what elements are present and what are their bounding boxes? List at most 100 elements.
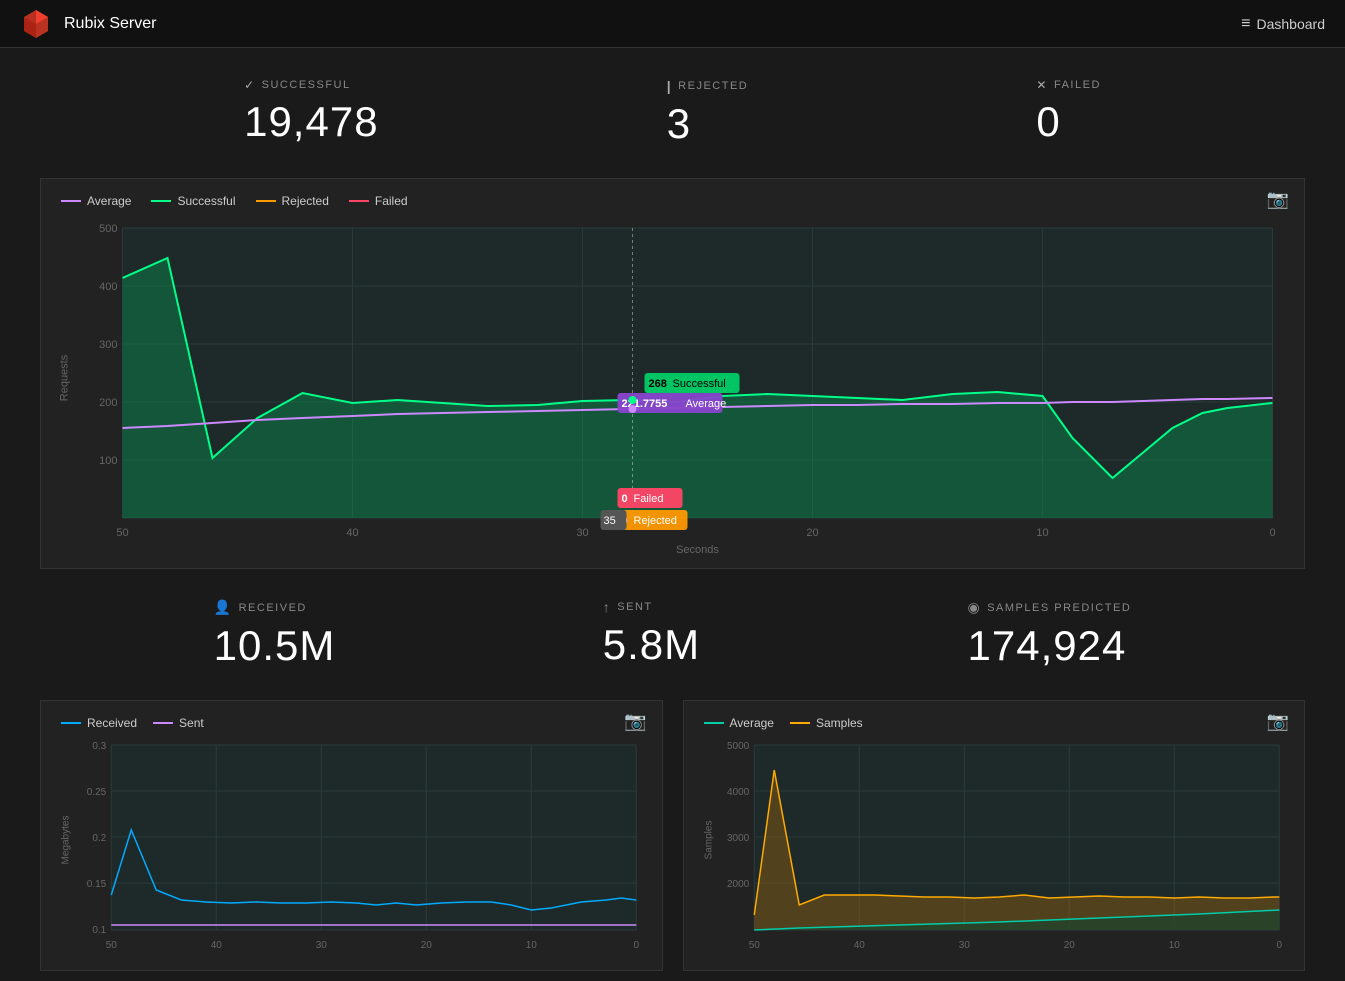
svg-text:Requests: Requests xyxy=(59,354,71,401)
app-logo xyxy=(20,8,52,40)
legend-avg-label: Average xyxy=(730,716,774,730)
stat-received-value: 10.5M xyxy=(214,622,336,670)
svg-text:200: 200 xyxy=(99,397,117,409)
main-chart-legend: Average Successful Rejected Failed xyxy=(51,189,1294,218)
samples-legend: Average Samples xyxy=(694,711,1295,740)
legend-avg-line xyxy=(704,722,724,724)
svg-text:35: 35 xyxy=(604,515,616,527)
svg-text:10: 10 xyxy=(526,940,538,951)
svg-text:20: 20 xyxy=(1063,940,1075,951)
dashboard-icon: ≡ xyxy=(1241,15,1250,33)
stat-sent-value: 5.8M xyxy=(603,621,700,669)
legend-sent: Sent xyxy=(153,716,204,730)
svg-text:0.3: 0.3 xyxy=(92,741,106,752)
pipe-icon: | xyxy=(667,78,672,94)
svg-text:0: 0 xyxy=(633,940,639,951)
svg-text:Average: Average xyxy=(686,398,727,410)
app-title: Rubix Server xyxy=(64,15,156,33)
svg-text:221.7755: 221.7755 xyxy=(622,398,668,410)
samples-chart-svg: 5000 4000 3000 2000 50 40 30 20 10 0 Sam… xyxy=(694,740,1295,960)
samples-chart-container: 📷 Average Samples xyxy=(683,700,1306,971)
svg-text:0.25: 0.25 xyxy=(87,787,107,798)
legend-successful-line xyxy=(151,200,171,202)
legend-failed-label: Failed xyxy=(375,194,408,208)
svg-text:3000: 3000 xyxy=(727,833,750,844)
svg-text:0: 0 xyxy=(622,493,628,505)
stat-rejected: | REJECTED 3 xyxy=(667,78,748,148)
header-left: Rubix Server xyxy=(20,8,156,40)
check-icon: ✓ xyxy=(244,78,256,92)
bandwidth-legend: Received Sent xyxy=(51,711,652,740)
svg-text:400: 400 xyxy=(99,281,117,293)
dashboard-nav[interactable]: ≡ Dashboard xyxy=(1241,15,1325,33)
legend-received-label: Received xyxy=(87,716,137,730)
svg-text:10: 10 xyxy=(1036,527,1048,539)
legend-received: Received xyxy=(61,716,137,730)
legend-sent-label: Sent xyxy=(179,716,204,730)
legend-successful: Successful xyxy=(151,194,235,208)
svg-text:20: 20 xyxy=(421,940,433,951)
svg-text:40: 40 xyxy=(346,527,358,539)
svg-text:0.15: 0.15 xyxy=(87,879,107,890)
legend-average-line xyxy=(61,200,81,202)
samples-camera-icon[interactable]: 📷 xyxy=(1267,711,1289,732)
svg-text:Samples: Samples xyxy=(703,821,714,860)
legend-samples-line xyxy=(790,722,810,724)
stat-successful: ✓ SUCCESSFUL 19,478 xyxy=(244,78,378,148)
bottom-stats: 👤 RECEIVED 10.5M ↑ SENT 5.8M ◉ SAMPLES P… xyxy=(0,589,1345,690)
legend-rejected-label: Rejected xyxy=(282,194,329,208)
svg-text:Failed: Failed xyxy=(634,493,664,505)
stat-sent: ↑ SENT 5.8M xyxy=(603,599,700,670)
legend-average: Average xyxy=(61,194,131,208)
bandwidth-chart-container: 📷 Received Sent xyxy=(40,700,663,971)
svg-text:30: 30 xyxy=(316,940,328,951)
svg-text:50: 50 xyxy=(106,940,118,951)
legend-samples-label: Samples xyxy=(816,716,863,730)
svg-text:300: 300 xyxy=(99,339,117,351)
svg-text:Successful: Successful xyxy=(673,378,726,390)
svg-text:20: 20 xyxy=(806,527,818,539)
stat-rejected-label: | REJECTED xyxy=(667,78,748,94)
samples-icon: ◉ xyxy=(968,599,982,616)
legend-received-line xyxy=(61,722,81,724)
stat-rejected-value: 3 xyxy=(667,100,748,148)
received-icon: 👤 xyxy=(214,599,233,616)
svg-text:Rejected: Rejected xyxy=(634,515,677,527)
svg-text:0.1: 0.1 xyxy=(92,925,106,936)
svg-text:0.2: 0.2 xyxy=(92,833,106,844)
stat-failed-value: 0 xyxy=(1036,98,1100,146)
svg-text:40: 40 xyxy=(211,940,223,951)
stat-samples: ◉ SAMPLES PREDICTED 174,924 xyxy=(968,599,1132,670)
svg-text:Seconds: Seconds xyxy=(676,544,719,556)
svg-text:50: 50 xyxy=(748,940,760,951)
legend-rejected-line xyxy=(256,200,276,202)
camera-icon[interactable]: 📷 xyxy=(1267,189,1289,210)
stat-failed: ✕ FAILED 0 xyxy=(1036,78,1100,148)
svg-text:Megabytes: Megabytes xyxy=(60,816,71,865)
svg-text:10: 10 xyxy=(1168,940,1180,951)
dashboard-label: Dashboard xyxy=(1257,16,1326,32)
x-icon: ✕ xyxy=(1036,78,1048,92)
sent-icon: ↑ xyxy=(603,599,612,615)
svg-text:100: 100 xyxy=(99,455,117,467)
top-stats: ✓ SUCCESSFUL 19,478 | REJECTED 3 ✕ FAILE… xyxy=(0,48,1345,168)
main-chart-svg: 500 400 300 200 100 50 40 30 20 10 0 Sec… xyxy=(51,218,1294,558)
stat-sent-label: ↑ SENT xyxy=(603,599,700,615)
svg-text:4000: 4000 xyxy=(727,787,750,798)
bandwidth-camera-icon[interactable]: 📷 xyxy=(624,711,646,732)
svg-text:500: 500 xyxy=(99,223,117,235)
svg-text:40: 40 xyxy=(853,940,865,951)
legend-rejected: Rejected xyxy=(256,194,329,208)
stat-successful-value: 19,478 xyxy=(244,98,378,146)
legend-sent-line xyxy=(153,722,173,724)
svg-text:268: 268 xyxy=(649,378,667,390)
svg-text:30: 30 xyxy=(576,527,588,539)
legend-successful-label: Successful xyxy=(177,194,235,208)
svg-text:50: 50 xyxy=(116,527,128,539)
bottom-charts-row: 📷 Received Sent xyxy=(40,700,1305,971)
svg-text:0: 0 xyxy=(1269,527,1275,539)
main-chart-container: 📷 Average Successful Rejected Failed xyxy=(40,178,1305,569)
svg-text:2000: 2000 xyxy=(727,879,750,890)
stat-samples-label: ◉ SAMPLES PREDICTED xyxy=(968,599,1132,616)
stat-failed-label: ✕ FAILED xyxy=(1036,78,1100,92)
